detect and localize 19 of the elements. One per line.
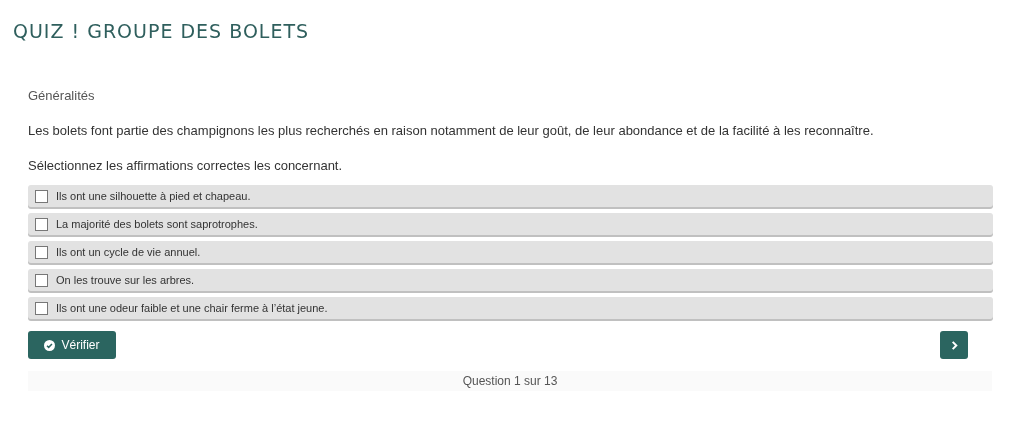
answer-option[interactable]: Ils ont une odeur faible et une chair ferme à l’état jeune. <box>28 297 993 319</box>
chevron-right-icon <box>949 339 959 351</box>
verify-button[interactable]: Vérifier <box>28 331 116 359</box>
section-heading: Généralités <box>28 88 96 103</box>
answer-option[interactable]: Ils ont une silhouette à pied et chapeau. <box>28 185 993 207</box>
question-counter: Question 1 sur 13 <box>462 374 558 388</box>
next-button[interactable] <box>940 331 968 359</box>
checkbox[interactable] <box>35 273 48 287</box>
intro-text: Les bolets font partie des champignons les plus recherchés en raison notamment de leur goût, de leur abondance et de la facilité à les reconnaître. <box>28 123 875 138</box>
checkbox[interactable] <box>35 217 48 231</box>
check-circle-icon <box>44 339 56 351</box>
answer-option[interactable]: On les trouve sur les arbres. <box>28 269 993 291</box>
checkbox[interactable] <box>35 245 48 259</box>
checkbox[interactable] <box>35 189 48 203</box>
answer-option[interactable]: La majorité des bolets sont saprotrophes. <box>28 213 993 235</box>
answer-option[interactable]: Ils ont un cycle de vie annuel. <box>28 241 993 263</box>
page-title: QUIZ ! GROUPE DES BOLETS <box>13 20 311 42</box>
instruction-text: Sélectionnez les affirmations correctes les concernant. <box>28 158 344 173</box>
checkbox[interactable] <box>35 301 48 315</box>
